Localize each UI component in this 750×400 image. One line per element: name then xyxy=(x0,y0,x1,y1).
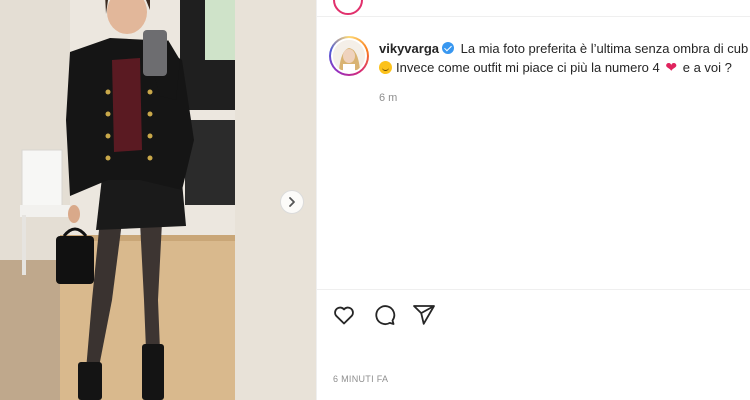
comment-button[interactable] xyxy=(371,302,397,328)
paper-plane-icon xyxy=(413,305,435,325)
grinning-face-emoji xyxy=(379,61,392,74)
comment-timestamp[interactable]: 6 m xyxy=(379,92,397,104)
header-avatar[interactable] xyxy=(333,0,363,15)
next-photo-button[interactable] xyxy=(280,190,304,214)
heart-outline-icon xyxy=(334,306,354,325)
caption-line-2-text: Invece come outfit mi piace ci più la nu… xyxy=(396,60,660,75)
post-photo xyxy=(0,0,316,400)
avatar[interactable] xyxy=(329,36,369,76)
divider xyxy=(317,289,750,290)
chevron-right-icon xyxy=(289,197,295,207)
caption-comment: vikyvarga La mia foto preferita è l’ulti… xyxy=(329,36,750,116)
red-heart-emoji: ❤ xyxy=(665,59,678,75)
like-button[interactable] xyxy=(331,302,357,328)
verified-badge-icon xyxy=(442,42,454,54)
profile-picture xyxy=(333,40,365,72)
caption-text: vikyvarga La mia foto preferita è l’ulti… xyxy=(379,40,750,77)
share-button[interactable] xyxy=(411,302,437,328)
action-bar xyxy=(331,302,437,328)
post-side-panel: vikyvarga La mia foto preferita è l’ulti… xyxy=(316,0,750,400)
post-timestamp[interactable]: 6 MINUTI FA xyxy=(333,374,388,384)
speech-bubble-icon xyxy=(375,305,396,326)
post-header-strip xyxy=(317,0,750,17)
mirror-selfie-image xyxy=(0,0,316,400)
caption-line-2: Invece come outfit mi piace ci più la nu… xyxy=(379,58,750,77)
caption-line-1: La mia foto preferita è l’ultima senza o… xyxy=(460,41,749,56)
caption-line-2-end: e a voi ? xyxy=(682,60,732,75)
username-link[interactable]: vikyvarga xyxy=(379,41,439,56)
